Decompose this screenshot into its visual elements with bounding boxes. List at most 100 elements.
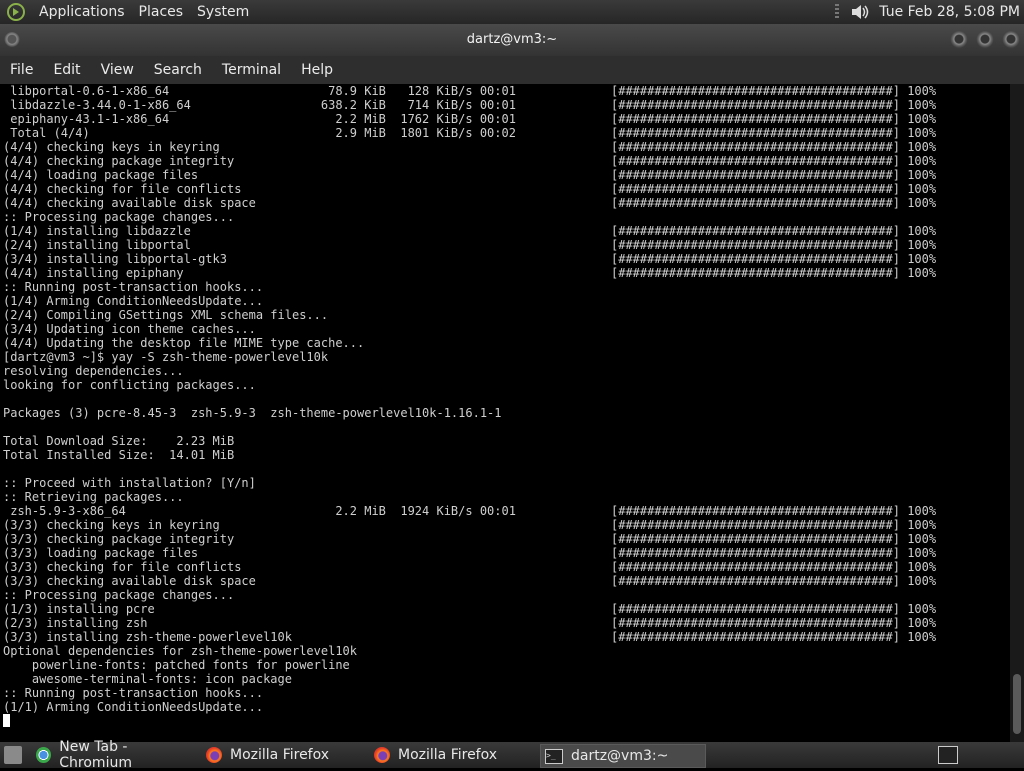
progress-bar-text: [######################################]… xyxy=(611,560,937,574)
terminal-line: (1/1) Arming ConditionNeedsUpdate... xyxy=(3,700,264,714)
terminal-line: (4/4) checking for file conflicts xyxy=(3,182,242,196)
terminal-line: zsh-5.9-3-x86_64 2.2 MiB 1924 KiB/s 00:0… xyxy=(3,504,516,518)
terminal-line: (2/3) installing zsh xyxy=(3,616,148,630)
progress-bar-text: [######################################]… xyxy=(611,182,937,196)
progress-bar-text: [######################################]… xyxy=(611,252,937,266)
menu-search[interactable]: Search xyxy=(144,62,212,78)
terminal-line: (3/3) installing zsh-theme-powerlevel10k xyxy=(3,630,292,644)
menu-edit[interactable]: Edit xyxy=(43,62,90,78)
taskbar-item-chromium[interactable]: New Tab - Chromium xyxy=(36,739,198,771)
terminal-line: (3/3) checking for file conflicts xyxy=(3,560,242,574)
terminal-icon: >_ xyxy=(545,748,563,764)
applications-menu[interactable]: Applications xyxy=(32,0,132,24)
scrollbar-thumb[interactable] xyxy=(1013,674,1021,734)
progress-bar-text: [######################################]… xyxy=(611,238,937,252)
progress-bar-text: [######################################]… xyxy=(611,630,937,644)
terminal-line: (2/4) Compiling GSettings XML schema fil… xyxy=(3,308,329,322)
terminal-line: Total Download Size: 2.23 MiB xyxy=(3,434,235,448)
terminal-line: (1/4) Arming ConditionNeedsUpdate... xyxy=(3,294,264,308)
terminal-line: awesome-terminal-fonts: icon package xyxy=(3,672,292,686)
terminal-output[interactable]: libportal-0.6-1-x86_64 78.9 KiB 128 KiB/… xyxy=(0,84,1010,742)
terminal-line: (4/4) Updating the desktop file MIME typ… xyxy=(3,336,365,350)
close-button[interactable] xyxy=(1002,31,1020,49)
progress-bar-text: [######################################]… xyxy=(611,168,937,182)
terminal-line: libdazzle-3.44.0-1-x86_64 638.2 KiB 714 … xyxy=(3,98,516,112)
progress-bar-text: [######################################]… xyxy=(611,112,937,126)
progress-bar-text: [######################################]… xyxy=(611,532,937,546)
terminal-line: epiphany-43.1-1-x86_64 2.2 MiB 1762 KiB/… xyxy=(3,112,516,126)
progress-bar-text: [######################################]… xyxy=(611,154,937,168)
progress-bar-text: [######################################]… xyxy=(611,266,937,280)
terminal-line: (3/3) checking keys in keyring xyxy=(3,518,220,532)
terminal-line: looking for conflicting packages... xyxy=(3,378,256,392)
progress-bar-text: [######################################]… xyxy=(611,98,937,112)
progress-bar-text: [######################################]… xyxy=(611,126,937,140)
window-menu-button[interactable] xyxy=(4,32,20,48)
minimize-button[interactable] xyxy=(950,31,968,49)
maximize-button[interactable] xyxy=(976,31,994,49)
menubar: File Edit View Search Terminal Help xyxy=(0,56,1024,84)
progress-bar-text: [######################################]… xyxy=(611,504,937,518)
show-desktop-icon[interactable] xyxy=(4,746,22,764)
terminal-line: (3/3) checking package integrity xyxy=(3,532,235,546)
taskbar-item-firefox-1[interactable]: Mozilla Firefox xyxy=(206,744,366,766)
terminal-line: (2/4) installing libportal xyxy=(3,238,191,252)
window-titlebar[interactable]: dartz@vm3:~ xyxy=(0,24,1024,56)
places-menu[interactable]: Places xyxy=(132,0,191,24)
terminal-line: [dartz@vm3 ~]$ yay -S zsh-theme-powerlev… xyxy=(3,350,329,364)
terminal-line: (3/3) checking available disk space xyxy=(3,574,256,588)
firefox-icon xyxy=(206,747,222,763)
menu-file[interactable]: File xyxy=(0,62,43,78)
progress-bar-text: [######################################]… xyxy=(611,84,937,98)
terminal-line: (4/4) checking available disk space xyxy=(3,196,256,210)
progress-bar-text: [######################################]… xyxy=(611,518,937,532)
terminal-line: Total (4/4) 2.9 MiB 1801 KiB/s 00:02 xyxy=(3,126,516,140)
progress-bar-text: [######################################]… xyxy=(611,140,937,154)
terminal-line: :: Processing package changes... xyxy=(3,210,235,224)
bottom-panel: New Tab - Chromium Mozilla Firefox Mozil… xyxy=(0,739,1024,771)
terminal-line: (3/4) Updating icon theme caches... xyxy=(3,322,256,336)
terminal-line: (4/4) loading package files xyxy=(3,168,199,182)
menu-view[interactable]: View xyxy=(91,62,144,78)
terminal-line: Optional dependencies for zsh-theme-powe… xyxy=(3,644,358,658)
progress-bar-text: [######################################]… xyxy=(611,616,937,630)
terminal-line: (4/4) checking package integrity xyxy=(3,154,235,168)
terminal-line: resolving dependencies... xyxy=(3,364,184,378)
chromium-icon xyxy=(36,747,52,763)
progress-bar-text: [######################################]… xyxy=(611,602,937,616)
firefox-icon xyxy=(374,747,390,763)
workspace-switcher-icon[interactable] xyxy=(938,746,958,764)
taskbar-item-label: Mozilla Firefox xyxy=(230,747,330,763)
taskbar-item-terminal[interactable]: >_ dartz@vm3:~ xyxy=(540,744,706,768)
terminal-line: powerline-fonts: patched fonts for power… xyxy=(3,658,350,672)
taskbar-item-firefox-2[interactable]: Mozilla Firefox xyxy=(374,744,534,766)
window-title: dartz@vm3:~ xyxy=(466,32,558,47)
terminal-line: (1/4) installing libdazzle xyxy=(3,224,191,238)
terminal-line: (1/3) installing pcre xyxy=(3,602,155,616)
terminal-line: :: Retrieving packages... xyxy=(3,490,184,504)
menu-help[interactable]: Help xyxy=(291,62,343,78)
distro-logo-icon[interactable] xyxy=(6,2,26,22)
progress-bar-text: [######################################]… xyxy=(611,224,937,238)
clock[interactable]: Tue Feb 28, 5:08 PM xyxy=(879,4,1020,20)
terminal-line: :: Running post-transaction hooks... xyxy=(3,686,264,700)
progress-bar-text: [######################################]… xyxy=(611,574,937,588)
taskbar-item-label: dartz@vm3:~ xyxy=(571,748,669,764)
menu-terminal[interactable]: Terminal xyxy=(212,62,291,78)
taskbar-item-label: Mozilla Firefox xyxy=(398,747,498,763)
terminal-cursor xyxy=(3,714,10,727)
terminal-scrollbar[interactable] xyxy=(1010,84,1024,742)
terminal-line: (3/3) loading package files xyxy=(3,546,199,560)
terminal-line: :: Proceed with installation? [Y/n] xyxy=(3,476,256,490)
terminal-line: Total Installed Size: 14.01 MiB xyxy=(3,448,235,462)
terminal-line: :: Running post-transaction hooks... xyxy=(3,280,264,294)
volume-icon[interactable] xyxy=(849,2,871,22)
system-menu[interactable]: System xyxy=(190,0,256,24)
progress-bar-text: [######################################]… xyxy=(611,546,937,560)
progress-bar-text: [######################################]… xyxy=(611,196,937,210)
terminal-line: Packages (3) pcre-8.45-3 zsh-5.9-3 zsh-t… xyxy=(3,406,502,420)
terminal-line: (4/4) checking keys in keyring xyxy=(3,140,220,154)
panel-handle xyxy=(835,4,840,20)
top-panel: Applications Places System Tue Feb 28, 5… xyxy=(0,0,1024,24)
terminal-line: :: Processing package changes... xyxy=(3,588,235,602)
